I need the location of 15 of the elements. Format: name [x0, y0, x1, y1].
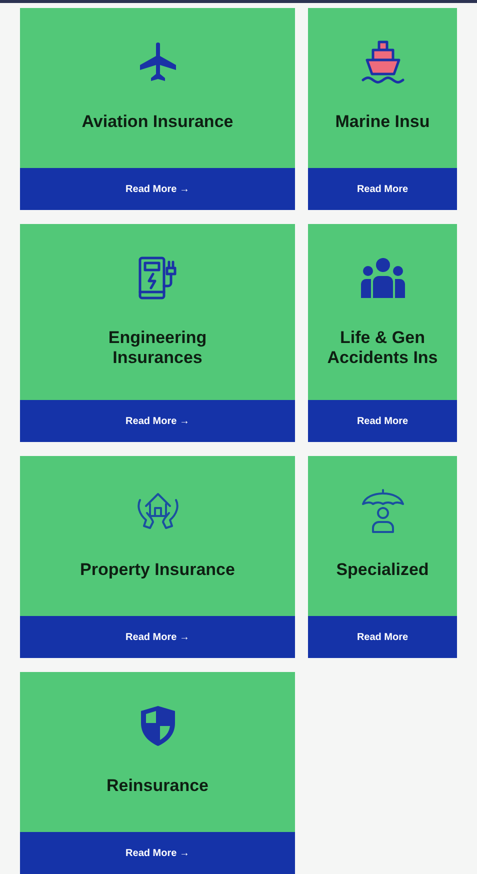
read-more-button[interactable]: Read More	[308, 616, 457, 658]
read-more-button[interactable]: Read More →	[20, 400, 295, 442]
read-more-button[interactable]: Read More →	[20, 616, 295, 658]
read-more-button[interactable]: Read More →	[20, 832, 295, 874]
card-title: Engineering Insurances	[108, 328, 207, 368]
card-title: Property Insurance	[80, 560, 235, 580]
read-more-button[interactable]: Read More →	[20, 168, 295, 210]
card-title: Reinsurance	[106, 776, 209, 796]
ship-icon	[358, 38, 406, 86]
read-more-button[interactable]: Read More	[308, 400, 457, 442]
card-title: Specialized	[336, 560, 429, 580]
card-title: Life & Gen Accidents Ins	[327, 328, 438, 368]
card-title: Marine Insu	[335, 112, 430, 132]
card-title: Aviation Insurance	[82, 112, 234, 132]
read-more-button[interactable]: Read More	[308, 168, 457, 210]
